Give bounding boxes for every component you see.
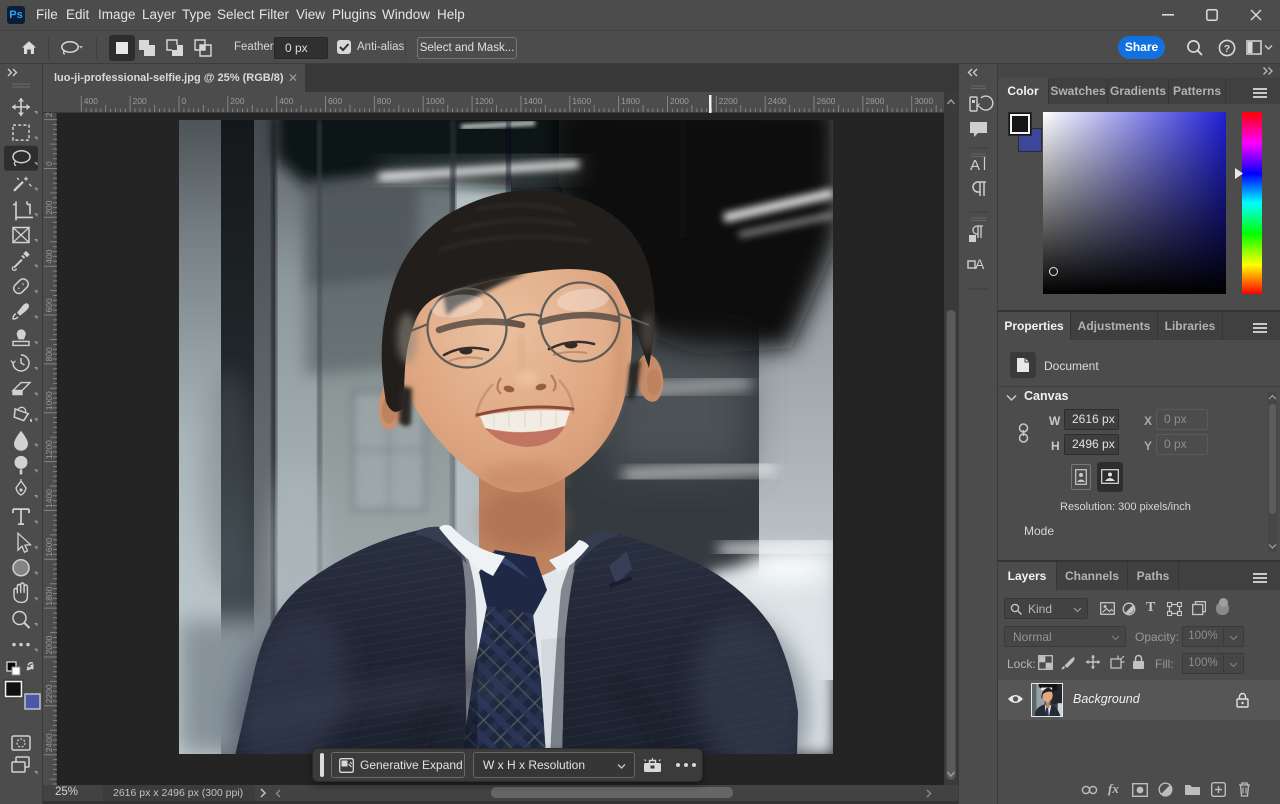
svg-text:1200: 1200 (475, 96, 494, 106)
svg-text:2200: 2200 (719, 96, 738, 106)
svg-text:0: 0 (44, 161, 54, 166)
svg-text:A: A (975, 256, 985, 272)
svg-text:1800: 1800 (621, 96, 640, 106)
svg-text:200: 200 (230, 96, 244, 106)
svg-text:1000: 1000 (44, 391, 54, 410)
svg-text:?: ? (1224, 43, 1230, 55)
svg-text:2600: 2600 (817, 96, 836, 106)
svg-text:1400: 1400 (523, 96, 542, 106)
svg-text:1800: 1800 (44, 586, 54, 605)
svg-text:400: 400 (44, 249, 54, 263)
svg-text:2400: 2400 (44, 733, 54, 752)
svg-text:1400: 1400 (44, 489, 54, 508)
svg-text:2000: 2000 (670, 96, 689, 106)
svg-text:1600: 1600 (44, 538, 54, 557)
svg-text:600: 600 (44, 298, 54, 312)
svg-text:1000: 1000 (426, 96, 445, 106)
svg-text:400: 400 (84, 96, 98, 106)
svg-text:1600: 1600 (572, 96, 591, 106)
svg-text:400: 400 (279, 96, 293, 106)
svg-text:A: A (970, 157, 980, 174)
svg-text:200: 200 (133, 96, 147, 106)
svg-text:600: 600 (328, 96, 342, 106)
svg-text:0: 0 (182, 96, 187, 106)
svg-text:200: 200 (44, 200, 54, 214)
svg-text:2400: 2400 (768, 96, 787, 106)
svg-text:3000: 3000 (914, 96, 933, 106)
svg-text:2000: 2000 (44, 635, 54, 654)
svg-text:1200: 1200 (44, 440, 54, 459)
svg-text:800: 800 (377, 96, 391, 106)
svg-text:2200: 2200 (44, 684, 54, 703)
svg-text:200: 200 (44, 113, 54, 117)
svg-text:800: 800 (44, 347, 54, 361)
svg-text:2800: 2800 (865, 96, 884, 106)
